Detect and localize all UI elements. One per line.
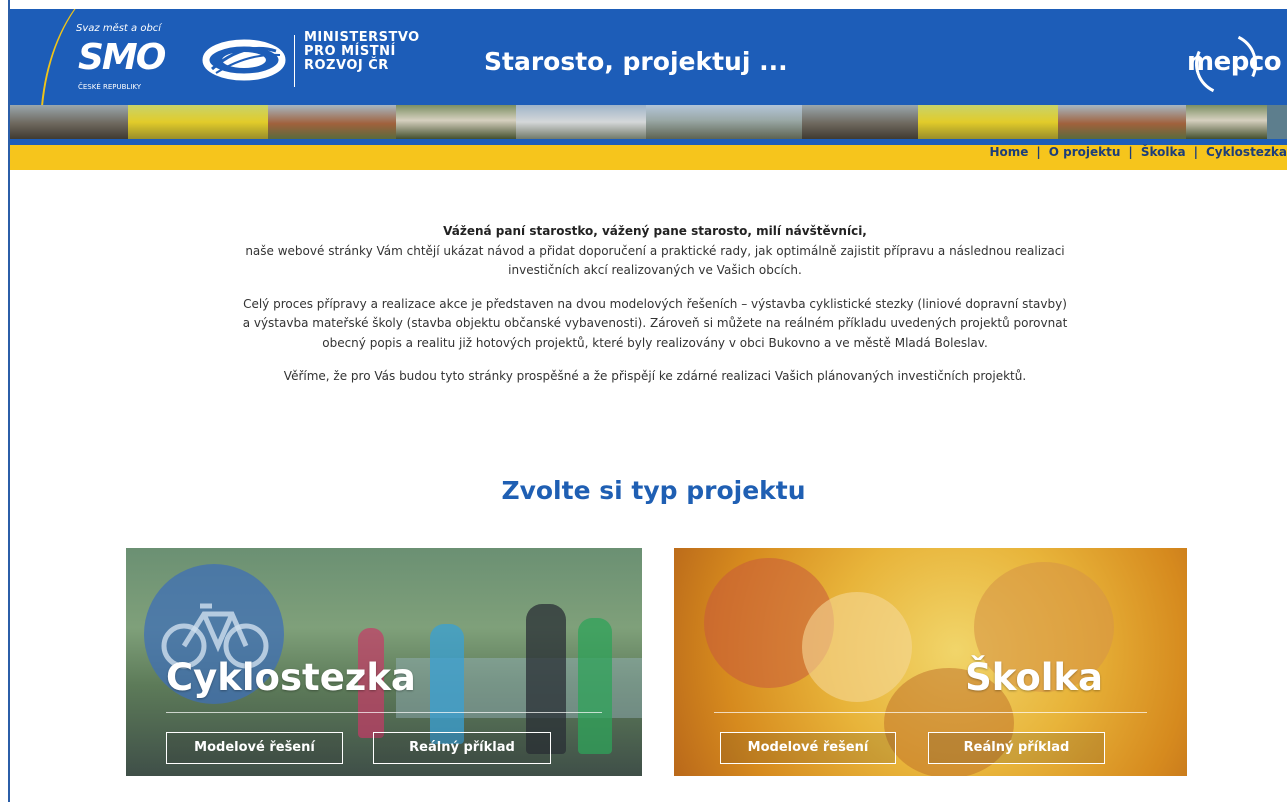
card-cyklostezka-title: Cyklostezka xyxy=(166,656,416,699)
intro-paragraph-2: Celý proces přípravy a realizace akce je… xyxy=(242,296,1068,350)
nav-home[interactable]: Home xyxy=(989,145,1028,159)
nav-separator: | xyxy=(1036,145,1041,159)
header-photo-strip xyxy=(10,105,1287,139)
strip-photo-rapefield xyxy=(128,105,268,139)
cyclist-figure xyxy=(430,624,464,744)
strip-photo-landscape xyxy=(646,105,802,139)
site-header: Svaz měst a obcí SMO ČESKÉ REPUBLIKY MIN… xyxy=(10,9,1287,105)
intro-text: Vážená paní starostko, vážený pane staro… xyxy=(240,222,1070,401)
cyklostezka-real-button[interactable]: Reálný příklad xyxy=(373,732,551,764)
strip-photo-houses-2 xyxy=(1058,105,1186,139)
smo-logo-top-text: Svaz měst a obcí xyxy=(76,23,162,34)
ministry-line-3: ROZVOJ ČR xyxy=(304,58,389,73)
intro-greeting: Vážená paní starostko, vážený pane staro… xyxy=(443,224,867,238)
nav-separator: | xyxy=(1128,145,1133,159)
strip-photo-rapefield-2 xyxy=(918,105,1058,139)
intro-paragraph-3: Věříme, že pro Vás budou tyto stránky pr… xyxy=(283,369,1027,383)
cyklostezka-model-button[interactable]: Modelové řešení xyxy=(166,732,343,764)
skolka-real-button[interactable]: Reálný příklad xyxy=(928,732,1105,764)
strip-photo-castle-2 xyxy=(1186,105,1267,139)
nav-separator: | xyxy=(1193,145,1198,159)
nav-skolka[interactable]: Školka xyxy=(1141,145,1186,159)
strip-photo-church xyxy=(10,105,128,139)
choose-project-heading: Zvolte si typ projektu xyxy=(501,476,806,505)
child-face xyxy=(802,592,912,702)
card-skolka-title: Školka xyxy=(965,656,1103,699)
card-divider xyxy=(166,712,602,713)
nav-bar: Home | O projektu | Školka | Cyklostezka xyxy=(10,145,1287,170)
strip-photo-castle xyxy=(396,105,516,139)
page-frame-border xyxy=(0,0,10,802)
site-title: Starosto, projektuj ... xyxy=(484,47,788,76)
ministry-emblem-icon xyxy=(202,39,286,81)
cyclist-figure xyxy=(578,618,612,754)
skolka-model-button[interactable]: Modelové řešení xyxy=(720,732,896,764)
smo-logo-bottom-text: ČESKÉ REPUBLIKY xyxy=(78,83,142,91)
nav-o-projektu[interactable]: O projektu xyxy=(1049,145,1121,159)
ministry-line-1: MINISTERSTVO xyxy=(304,30,420,45)
mepco-logo-text: mepco xyxy=(1187,47,1282,77)
ministry-divider xyxy=(294,35,295,87)
strip-photo-houses xyxy=(268,105,396,139)
mepco-logo[interactable]: mepco xyxy=(1186,24,1283,104)
nav-cyklostezka[interactable]: Cyklostezka xyxy=(1206,145,1287,159)
card-cyklostezka[interactable]: Cyklostezka Modelové řešení Reálný příkl… xyxy=(126,548,642,776)
ministry-name: MINISTERSTVO PRO MÍSTNÍ ROZVOJ ČR xyxy=(304,31,420,73)
smo-logo[interactable]: Svaz měst a obcí SMO ČESKÉ REPUBLIKY xyxy=(70,23,175,99)
intro-paragraph-1: naše webové stránky Vám chtějí ukázat ná… xyxy=(245,243,1065,278)
card-skolka[interactable]: Školka Modelové řešení Reálný příklad xyxy=(674,548,1187,776)
smo-logo-mark: SMO xyxy=(78,37,166,78)
strip-photo-building xyxy=(516,105,646,139)
ministry-line-2: PRO MÍSTNÍ xyxy=(304,44,396,59)
card-divider xyxy=(714,712,1147,713)
strip-photo-church-2 xyxy=(802,105,918,139)
main-nav: Home | O projektu | Školka | Cyklostezka xyxy=(989,145,1287,170)
